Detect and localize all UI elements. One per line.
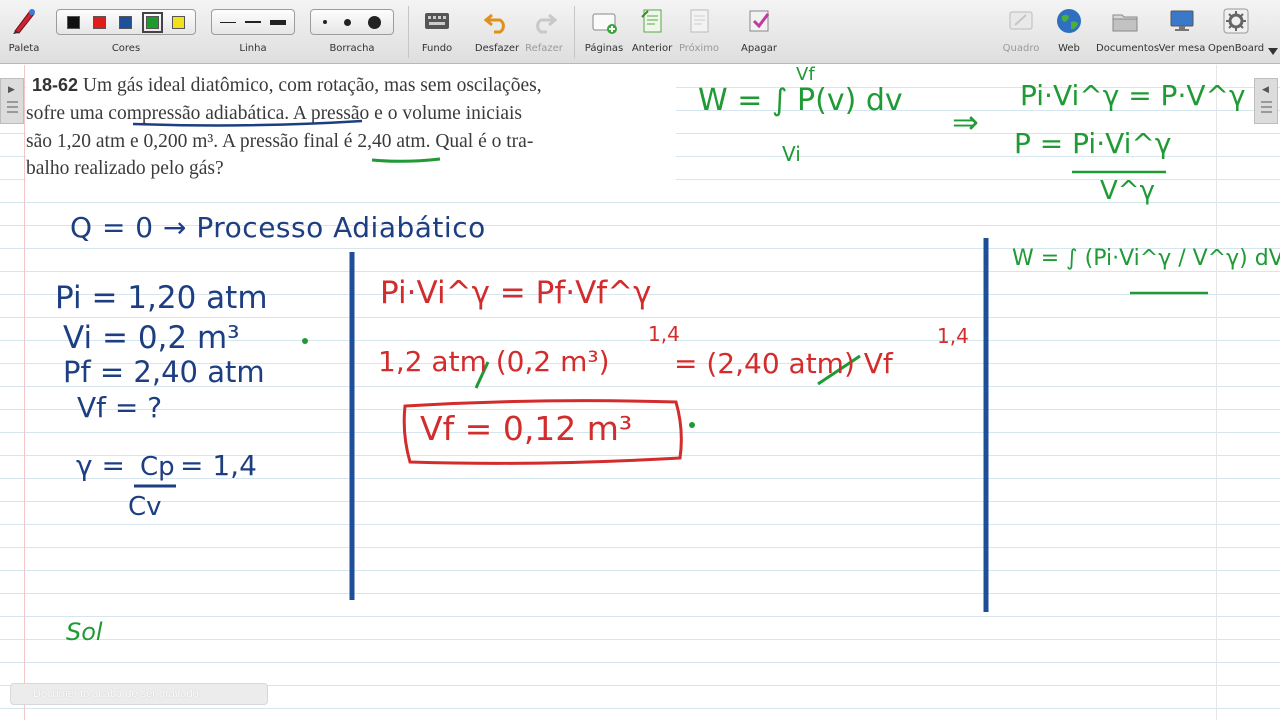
pressure-numerator: P = Pi·Vi^γ [1014, 127, 1172, 160]
next-label: Próximo [678, 43, 720, 54]
clear-page-icon [749, 10, 770, 32]
final-volume-result: Vf = 0,12 m³ [420, 409, 633, 448]
documents-label: Documentos [1096, 43, 1160, 54]
desktop-button[interactable]: Ver mesa [1158, 0, 1206, 64]
background-label: Fundo [421, 43, 453, 54]
page-margin-line [24, 65, 25, 720]
line-thick-option[interactable] [270, 19, 287, 25]
integral-upper-limit: Vf [796, 64, 815, 85]
desktop-label: Ver mesa [1158, 43, 1206, 54]
eraser-control: Borracha [310, 0, 394, 64]
exponent-right: 1,4 [937, 324, 969, 348]
gamma-cv: Cv [128, 492, 162, 522]
relation-pv-gamma: Pi·Vi^γ = P·V^γ [1020, 79, 1246, 112]
chevron-down-icon [1268, 48, 1278, 55]
solution-label: Sol [66, 618, 103, 646]
problem-number: 18-62 [32, 75, 79, 95]
palette-icon [13, 9, 35, 34]
next-page-icon [690, 9, 709, 33]
undo-arrow-icon [483, 13, 505, 34]
exponent-left: 1,4 [648, 322, 680, 346]
chevron-left-icon: ◀ [1262, 84, 1269, 94]
web-button[interactable]: Web [1048, 0, 1090, 64]
color-swatch-1[interactable] [93, 15, 107, 29]
chevron-right-icon: ▶ [8, 84, 15, 94]
board-icon [1009, 11, 1033, 30]
given-initial-pressure: Pi = 1,20 atm [55, 280, 268, 316]
folder-icon [1112, 14, 1138, 32]
substitution-right: = (2,40 atm) Vf [674, 347, 893, 380]
eraser-medium-option[interactable] [343, 18, 351, 26]
work-integral-substituted: W = ∫ (Pi·Vi^γ / V^γ) dV [1012, 246, 1280, 271]
page-right-margin-line [1216, 65, 1217, 720]
line-control: Linha [211, 0, 295, 64]
given-final-pressure: Pf = 2,40 atm [63, 355, 265, 389]
gamma-value: = 1,4 [180, 449, 257, 482]
color-swatch-4[interactable] [172, 15, 186, 29]
monitor-icon [1170, 10, 1194, 31]
line-label: Linha [239, 43, 267, 54]
problem-line-3: são 1,20 atm e 0,200 m³. A pressão final… [26, 131, 534, 152]
clear-button[interactable]: Apagar [736, 0, 782, 64]
pages-label: Páginas [584, 43, 624, 54]
redo-label: Refazer [525, 43, 563, 54]
toolbar: Paleta Cores Linha Borracha Fundo Desfaz… [0, 0, 1280, 64]
previous-label: Anterior [631, 43, 673, 54]
adiabatic-relation: Pi·Vi^γ = Pf·Vf^γ [380, 275, 652, 311]
toolbar-collapse-button[interactable] [1266, 0, 1280, 64]
line-medium-option[interactable] [244, 21, 261, 23]
gamma-lhs: γ = [76, 449, 125, 482]
substitution-left: 1,2 atm (0,2 m³) [378, 345, 610, 378]
problem-line-4: balho realizado pelo gás? [26, 158, 224, 179]
problem-statement-image: 18-62 Um gás ideal diatômico, com rotaçã… [26, 71, 676, 183]
color-swatch-3[interactable] [141, 11, 163, 33]
board-label: Quadro [1002, 43, 1040, 54]
status-toast: Documento acaba de ser gravado. [10, 683, 268, 705]
line-width-group [211, 9, 295, 35]
palette-label: Paleta [8, 43, 40, 54]
undo-label: Desfazer [474, 43, 520, 54]
next-page-button[interactable]: Próximo [676, 0, 722, 64]
gear-icon [1223, 8, 1249, 34]
openboard-label: OpenBoard [1208, 43, 1265, 54]
eraser-small-option[interactable] [322, 20, 327, 24]
previous-page-button[interactable]: Anterior [630, 0, 674, 64]
pressure-denominator: V^γ [1100, 176, 1155, 206]
given-final-volume: Vf = ? [77, 391, 163, 424]
board-button[interactable]: Quadro [998, 0, 1044, 64]
redo-arrow-icon [536, 13, 558, 34]
right-library-panel-toggle[interactable]: ◀ [1254, 78, 1278, 124]
palette-button[interactable]: Paleta [0, 0, 48, 64]
previous-page-icon [641, 9, 662, 33]
web-label: Web [1058, 43, 1080, 54]
header-adiabatic: Q = 0 → Processo Adiabático [70, 211, 486, 244]
gamma-cp: Cp [140, 452, 175, 482]
documents-button[interactable]: Documentos [1096, 0, 1160, 64]
add-page-icon [592, 13, 617, 34]
clear-label: Apagar [741, 43, 777, 54]
colors-control: Cores [56, 0, 196, 64]
undo-button[interactable]: Desfazer [474, 0, 520, 64]
pages-button[interactable]: Páginas [582, 0, 626, 64]
background-button[interactable]: Fundo [414, 0, 460, 64]
color-swatch-0[interactable] [66, 15, 80, 29]
problem-line-1: Um gás ideal diatômico, com rotação, mas… [82, 75, 542, 96]
line-thin-option[interactable] [219, 21, 236, 23]
color-swatch-group [56, 9, 196, 35]
openboard-button[interactable]: OpenBoard [1208, 0, 1264, 64]
keyboard-icon [425, 13, 449, 29]
problem-line-2: sofre uma compressão adiabática. A press… [26, 103, 523, 124]
globe-icon [1057, 9, 1081, 33]
colors-label: Cores [111, 43, 141, 54]
given-initial-volume: Vi = 0,2 m³ [63, 320, 240, 356]
implies-arrow: ⇒ [952, 103, 979, 141]
eraser-size-group [310, 9, 394, 35]
integral-lower-limit: Vi [782, 142, 801, 166]
eraser-label: Borracha [329, 43, 375, 54]
work-integral: W = ∫ P(v) dv [698, 83, 903, 118]
left-pages-panel-toggle[interactable]: ▶ [0, 78, 24, 124]
color-swatch-2[interactable] [119, 15, 133, 29]
redo-button[interactable]: Refazer [522, 0, 566, 64]
eraser-large-option[interactable] [368, 15, 382, 29]
